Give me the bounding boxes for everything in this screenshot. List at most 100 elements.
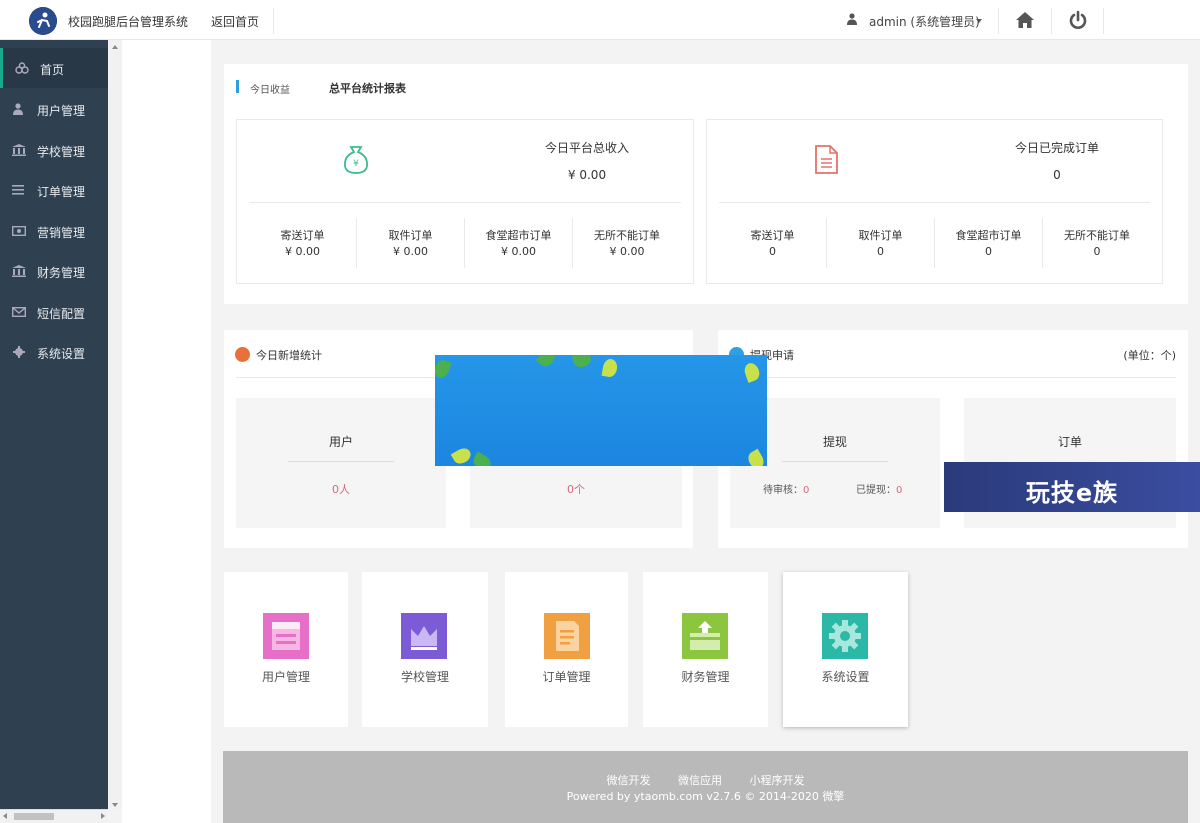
scroll-left-icon[interactable] [3, 813, 7, 819]
done-count: 已提现：0 [856, 481, 902, 496]
leaf-decoration [571, 355, 593, 369]
panel-title: 今日新增统计 [256, 349, 322, 362]
sidebar-item-schools[interactable]: 学校管理 [0, 130, 108, 170]
new-users-box: 用户 0人 [236, 398, 446, 528]
pending-value: 0 [803, 485, 810, 496]
scroll-down-icon[interactable] [112, 803, 118, 807]
bank-icon [12, 265, 26, 277]
watermark-text: 玩技e族 [1025, 479, 1119, 507]
income-heading: 今日平台总收入 [544, 141, 629, 155]
stat-label: 寄送订单 [750, 229, 795, 242]
wallet-icon [682, 613, 728, 659]
sidebar: 首页 用户管理 学校管理 订单管理 营销管理 财务管理 短信配置 系统设置 [0, 40, 108, 823]
divider [782, 461, 888, 462]
stat-label: 无所不能订单 [1064, 229, 1130, 242]
power-icon[interactable] [1068, 10, 1088, 30]
footer: 微信开发 微信应用 小程序开发 Powered by ytaomb.com v2… [223, 751, 1188, 823]
footer-links: 微信开发 微信应用 小程序开发 [223, 772, 1188, 788]
scroll-right-icon[interactable] [101, 813, 105, 819]
stat-cell: 取件订单 ¥ 0.00 [357, 218, 465, 268]
leaf-decoration [435, 358, 452, 380]
tile-label: 学校管理 [400, 670, 449, 684]
users-icon [235, 347, 250, 362]
sidebar-item-label: 订单管理 [37, 185, 86, 199]
leaf-decoration [745, 448, 767, 466]
divider [288, 461, 394, 462]
platform-stats-panel: 今日收益 总平台统计报表 ¥ 今日平台总收入 ¥ 0.00 寄送订单 ¥ 0.0… [224, 64, 1188, 304]
orders-value: 0 [1053, 168, 1061, 182]
dashboard-icon [15, 62, 29, 74]
divider [1103, 8, 1104, 34]
scrollbar-thumb[interactable] [14, 813, 54, 820]
top-navbar: 校园跑腿后台管理系统 返回首页 admin (系统管理员) [0, 0, 1200, 40]
user-card-icon [263, 613, 309, 659]
divider [273, 8, 274, 34]
divider [719, 202, 1150, 203]
stat-cell: 食堂超市订单 0 [935, 218, 1043, 268]
blank-panel [122, 40, 211, 823]
mail-icon [12, 307, 26, 318]
scroll-up-icon[interactable] [112, 45, 118, 49]
sidebar-item-label: 营销管理 [37, 226, 86, 240]
box-label: 订单 [1057, 435, 1082, 449]
footer-link[interactable]: 微信应用 [678, 774, 722, 787]
tile-system-settings[interactable]: 系统设置 [783, 572, 908, 727]
stat-cell: 无所不能订单 ¥ 0.00 [573, 218, 681, 268]
order-doc-icon [544, 613, 590, 659]
sidebar-scrollbar[interactable] [108, 40, 122, 810]
tile-finance-management[interactable]: 财务管理 [643, 572, 768, 727]
bank-icon [12, 144, 26, 156]
income-value: ¥ 0.00 [567, 168, 607, 182]
back-home-link[interactable]: 返回首页 [211, 13, 259, 30]
sidebar-item-orders[interactable]: 订单管理 [0, 170, 108, 210]
sidebar-item-marketing[interactable]: 营销管理 [0, 211, 108, 251]
sidebar-item-home[interactable]: 首页 [0, 48, 108, 88]
stat-value: 0 [877, 245, 884, 258]
box-value: 0个 [567, 483, 585, 496]
crown-icon [401, 613, 447, 659]
sidebar-item-label: 系统设置 [37, 347, 86, 361]
chevron-down-icon[interactable] [976, 19, 982, 23]
stat-cell: 寄送订单 ¥ 0.00 [249, 218, 357, 268]
stat-value: ¥ 0.00 [609, 245, 645, 258]
stat-label: 无所不能订单 [594, 229, 660, 242]
tile-order-management[interactable]: 订单管理 [505, 572, 628, 727]
runner-logo-icon[interactable] [29, 7, 57, 35]
withdraw-panel: 提现申请 (单位：个) 提现 待审核：0 已提现：0 订单 [718, 330, 1188, 548]
user-icon [13, 103, 23, 115]
sidebar-item-label: 首页 [40, 63, 65, 77]
gear-icon [13, 346, 25, 358]
gear-icon [822, 613, 868, 659]
divider [249, 202, 681, 203]
sidebar-item-label: 用户管理 [37, 104, 86, 118]
sidebar-item-sms[interactable]: 短信配置 [0, 292, 108, 332]
document-icon [815, 145, 838, 174]
stat-cell: 食堂超市订单 ¥ 0.00 [465, 218, 573, 268]
divider [1051, 8, 1052, 34]
orders-card: 今日已完成订单 0 寄送订单 0 取件订单 0 食堂超市订单 0 无所不能订单 … [706, 119, 1163, 284]
copyright: Powered by ytaomb.com v2.7.6 © 2014-2020… [566, 790, 845, 803]
sidebar-item-settings[interactable]: 系统设置 [0, 332, 108, 372]
stat-value: 0 [1093, 245, 1101, 258]
home-icon[interactable] [1015, 10, 1035, 30]
tile-label: 系统设置 [821, 670, 870, 684]
stat-cell: 寄送订单 0 [719, 218, 827, 268]
sidebar-item-finance[interactable]: 财务管理 [0, 251, 108, 291]
list-icon [12, 185, 24, 195]
stat-value: ¥ 0.00 [393, 245, 428, 258]
horizontal-scrollbar[interactable] [0, 809, 108, 823]
ad-banner-image [435, 355, 767, 466]
footer-link[interactable]: 微信开发 [607, 774, 651, 787]
sidebar-item-users[interactable]: 用户管理 [0, 89, 108, 129]
today-earnings-label: 今日收益 [250, 85, 290, 96]
orders-heading: 今日已完成订单 [1014, 141, 1099, 155]
user-menu[interactable]: admin (系统管理员) [869, 13, 980, 30]
tile-user-management[interactable]: 用户管理 [224, 572, 348, 727]
money-bag-icon: ¥ [344, 146, 368, 174]
stat-value: 0 [985, 245, 992, 258]
leaf-decoration [535, 355, 559, 370]
footer-link[interactable]: 小程序开发 [750, 774, 805, 787]
box-label: 用户 [328, 435, 353, 449]
tile-school-management[interactable]: 学校管理 [362, 572, 488, 727]
stat-value: ¥ 0.00 [501, 245, 536, 258]
